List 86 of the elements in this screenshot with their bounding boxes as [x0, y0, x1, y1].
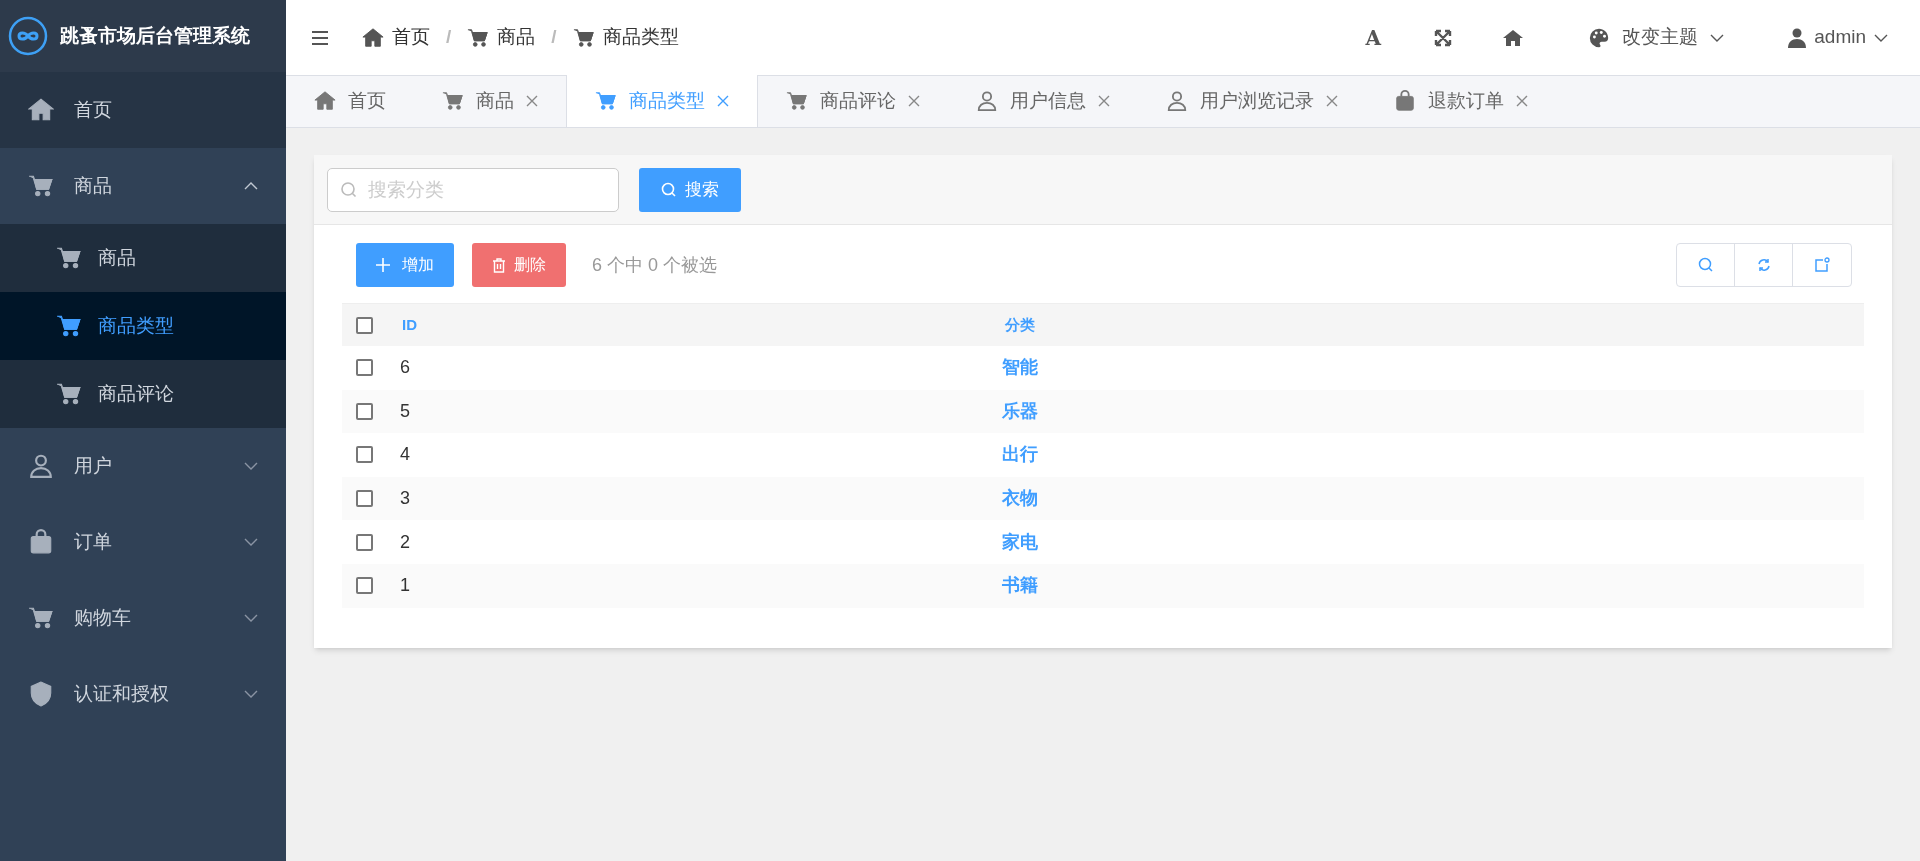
table-cell-text: 智能	[1001, 356, 1039, 380]
user-icon	[1788, 27, 1807, 48]
home-icon	[314, 90, 336, 112]
shield-icon	[28, 681, 54, 707]
cart-icon	[572, 26, 595, 49]
table-cell-text: 2	[400, 530, 411, 554]
table-cell-text: 衣物	[1001, 487, 1039, 511]
table-cell-text: 书籍	[1001, 574, 1039, 598]
chevron-icon	[244, 690, 258, 698]
palette-icon	[1588, 26, 1611, 49]
sidebar-subitem[interactable]: 商品评论	[0, 360, 286, 428]
table-cell-text: 4	[400, 443, 411, 467]
cart-icon	[56, 313, 82, 339]
close-icon[interactable]	[908, 95, 920, 107]
checkbox[interactable]	[356, 490, 373, 508]
chevron-icon	[244, 182, 258, 190]
menu-toggle-icon[interactable]	[310, 28, 330, 47]
tab[interactable]: 商品评论	[758, 75, 948, 127]
cart-icon	[56, 245, 82, 271]
table-cell-text: 家电	[1001, 530, 1039, 554]
close-icon[interactable]	[717, 95, 729, 107]
breadcrumb-link[interactable]: 商品类型	[572, 23, 679, 52]
tab[interactable]: 退款订单	[1366, 75, 1556, 127]
bag-icon	[1394, 90, 1416, 112]
sidebar-item[interactable]: 订单	[0, 504, 286, 580]
chevron-icon	[244, 538, 258, 546]
checkbox[interactable]	[356, 446, 373, 464]
home-icon	[362, 26, 384, 49]
cart-icon	[595, 90, 617, 112]
search-icon	[661, 181, 677, 198]
breadcrumb-link[interactable]: 商品	[467, 23, 536, 52]
sidebar-item[interactable]: 用户	[0, 428, 286, 504]
close-icon[interactable]	[526, 95, 538, 107]
sidebar-subitem[interactable]: 商品类型	[0, 292, 286, 360]
theme-dropdown[interactable]: 改变主题	[1588, 23, 1725, 52]
sidebar-item[interactable]: 商品	[0, 148, 286, 224]
table-cell-text: 1	[400, 574, 411, 598]
cart-icon	[28, 173, 54, 199]
search-icon	[340, 180, 358, 199]
table-cell-text: 出行	[1001, 443, 1039, 467]
sidebar-item[interactable]: 首页	[0, 72, 286, 148]
close-icon[interactable]	[1516, 95, 1528, 107]
column-header: ID	[401, 314, 418, 335]
table-cell-text: 3	[400, 487, 411, 511]
user-icon	[976, 90, 998, 112]
breadcrumb-separator: /	[551, 25, 557, 50]
close-icon[interactable]	[1326, 95, 1338, 107]
tab[interactable]: 用户信息	[948, 75, 1138, 127]
tab[interactable]: 商品	[414, 75, 566, 127]
tab[interactable]: 首页	[286, 75, 414, 127]
table-cell-text: 5	[400, 399, 411, 423]
user-dropdown[interactable]: admin	[1788, 23, 1888, 52]
user-icon	[1166, 90, 1188, 112]
sidebar-item[interactable]: 认证和授权	[0, 656, 286, 732]
column-header: 分类	[1004, 314, 1036, 335]
sidebar-item[interactable]: 购物车	[0, 580, 286, 656]
trash-icon	[492, 257, 506, 273]
font-size-button[interactable]: A	[1338, 22, 1409, 53]
selection-count: 6 个中 0 个被选	[592, 253, 718, 277]
chevron-icon	[244, 462, 258, 470]
cart-icon	[56, 381, 82, 407]
checkbox[interactable]	[356, 359, 373, 377]
cart-icon	[28, 605, 54, 631]
checkbox[interactable]	[356, 316, 373, 334]
home-icon	[28, 97, 54, 123]
checkbox[interactable]	[356, 402, 373, 420]
plus-icon	[376, 258, 390, 272]
logo-icon	[8, 16, 48, 56]
table-cell-text: 乐器	[1001, 399, 1039, 423]
table-cell-text: 6	[400, 356, 411, 380]
checkbox[interactable]	[356, 533, 373, 551]
chevron-icon	[244, 614, 258, 622]
chevron-icon	[1710, 33, 1725, 42]
app-title: 跳蚤市场后台管理系统	[60, 23, 250, 48]
checkbox[interactable]	[356, 577, 373, 595]
cart-icon	[442, 90, 464, 112]
close-icon[interactable]	[1098, 95, 1110, 107]
chevron-icon	[1874, 33, 1888, 42]
sidebar-subitem[interactable]: 商品	[0, 224, 286, 292]
cart-icon	[467, 26, 490, 49]
tab[interactable]: 用户浏览记录	[1138, 75, 1366, 127]
bag-icon	[28, 529, 54, 555]
cart-icon	[786, 90, 808, 112]
user-icon	[28, 453, 54, 479]
breadcrumb-link[interactable]: 首页	[362, 23, 430, 52]
breadcrumb-separator: /	[446, 25, 452, 50]
